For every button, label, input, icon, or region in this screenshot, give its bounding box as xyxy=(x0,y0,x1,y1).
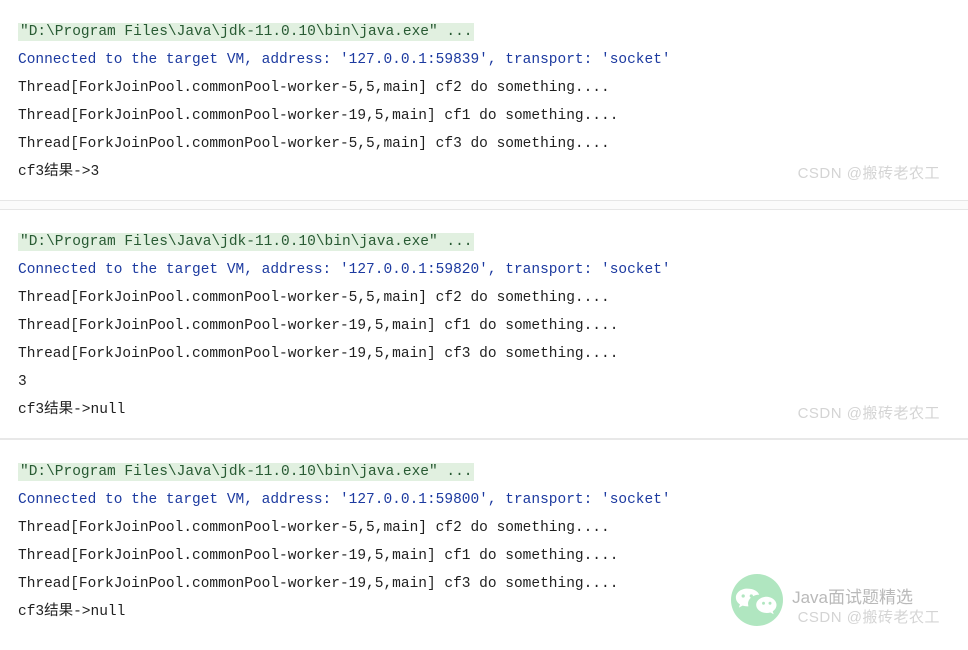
output-line: cf3结果->3 xyxy=(18,158,950,186)
cmd-line: "D:\Program Files\Java\jdk-11.0.10\bin\j… xyxy=(18,18,950,46)
cmd-line: "D:\Program Files\Java\jdk-11.0.10\bin\j… xyxy=(18,228,950,256)
block-divider xyxy=(0,200,968,210)
output-line: Thread[ForkJoinPool.commonPool-worker-19… xyxy=(18,542,950,570)
output-line: Thread[ForkJoinPool.commonPool-worker-5,… xyxy=(18,514,950,542)
output-line: 3 xyxy=(18,368,950,396)
cmd-line: "D:\Program Files\Java\jdk-11.0.10\bin\j… xyxy=(18,458,950,486)
console-block: "D:\Program Files\Java\jdk-11.0.10\bin\j… xyxy=(0,440,968,640)
output-line: Thread[ForkJoinPool.commonPool-worker-19… xyxy=(18,102,950,130)
output-line: cf3结果->null xyxy=(18,598,950,626)
output-line: Thread[ForkJoinPool.commonPool-worker-5,… xyxy=(18,284,950,312)
console-block: "D:\Program Files\Java\jdk-11.0.10\bin\j… xyxy=(0,0,968,200)
output-line: Thread[ForkJoinPool.commonPool-worker-19… xyxy=(18,340,950,368)
output-line: Thread[ForkJoinPool.commonPool-worker-5,… xyxy=(18,74,950,102)
output-line: Thread[ForkJoinPool.commonPool-worker-5,… xyxy=(18,130,950,158)
connection-line: Connected to the target VM, address: '12… xyxy=(18,256,950,284)
java-cmd: "D:\Program Files\Java\jdk-11.0.10\bin\j… xyxy=(18,23,474,41)
java-cmd: "D:\Program Files\Java\jdk-11.0.10\bin\j… xyxy=(18,463,474,481)
output-line: Thread[ForkJoinPool.commonPool-worker-19… xyxy=(18,312,950,340)
java-cmd: "D:\Program Files\Java\jdk-11.0.10\bin\j… xyxy=(18,233,474,251)
connection-line: Connected to the target VM, address: '12… xyxy=(18,486,950,514)
output-line: Thread[ForkJoinPool.commonPool-worker-19… xyxy=(18,570,950,598)
console-block: "D:\Program Files\Java\jdk-11.0.10\bin\j… xyxy=(0,210,968,438)
connection-line: Connected to the target VM, address: '12… xyxy=(18,46,950,74)
output-line: cf3结果->null xyxy=(18,396,950,424)
